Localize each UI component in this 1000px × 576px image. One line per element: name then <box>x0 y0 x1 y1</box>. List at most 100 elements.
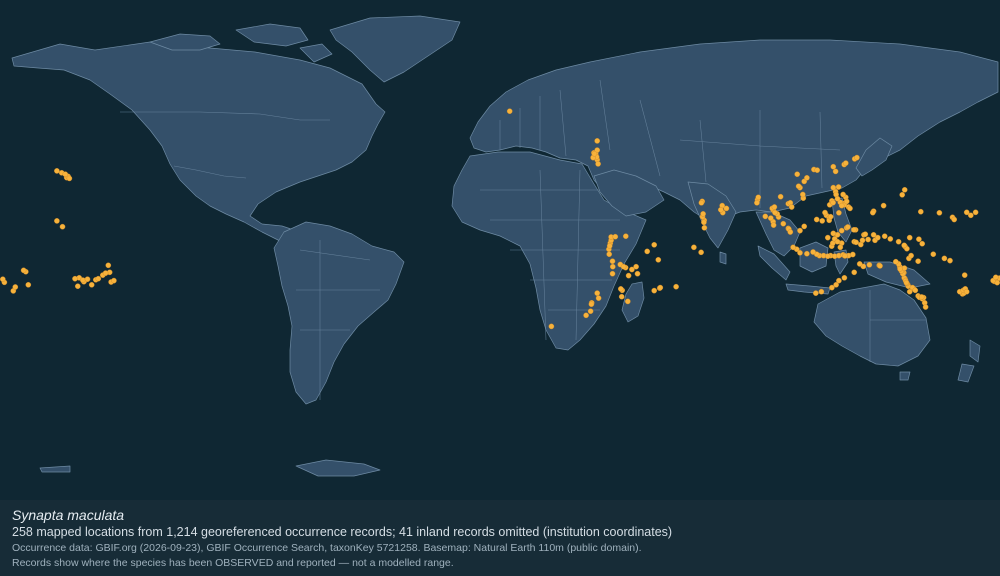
occurrence-point[interactable] <box>922 304 929 310</box>
occurrence-point[interactable] <box>834 238 841 245</box>
occurrence-point[interactable] <box>788 204 795 210</box>
occurrence-point[interactable] <box>865 236 871 243</box>
occurrence-point[interactable] <box>84 276 91 283</box>
occurrence-point[interactable] <box>875 234 881 241</box>
occurrence-point[interactable] <box>881 233 888 239</box>
occurrence-point[interactable] <box>862 231 869 237</box>
occurrence-point[interactable] <box>918 208 924 215</box>
occurrence-point[interactable] <box>912 287 919 294</box>
occurrence-point[interactable] <box>800 191 806 198</box>
occurrence-point[interactable] <box>698 199 705 206</box>
occurrence-point[interactable] <box>618 286 624 292</box>
occurrence-point[interactable] <box>780 220 787 227</box>
occurrence-point[interactable] <box>644 248 651 255</box>
occurrence-point[interactable] <box>951 216 958 223</box>
world-map[interactable] <box>0 0 1000 500</box>
occurrence-point[interactable] <box>930 251 937 257</box>
occurrence-point[interactable] <box>620 263 627 270</box>
occurrence-point[interactable] <box>609 270 616 277</box>
occurrence-point[interactable] <box>814 167 821 173</box>
occurrence-point[interactable] <box>634 270 641 277</box>
occurrence-point[interactable] <box>790 244 796 251</box>
occurrence-point[interactable] <box>762 213 769 220</box>
occurrence-point[interactable] <box>947 257 953 264</box>
occurrence-point[interactable] <box>968 212 974 219</box>
occurrence-point[interactable] <box>901 186 908 193</box>
occurrence-point[interactable] <box>633 263 639 270</box>
occurrence-point[interactable] <box>880 202 887 209</box>
occurrence-point[interactable] <box>673 283 679 290</box>
occurrence-point[interactable] <box>830 163 837 170</box>
occurrence-point[interactable] <box>95 275 102 282</box>
occurrence-point[interactable] <box>887 236 894 242</box>
occurrence-point[interactable] <box>587 308 594 315</box>
occurrence-point[interactable] <box>972 209 979 216</box>
occurrence-point[interactable] <box>610 263 616 270</box>
occurrence-point[interactable] <box>595 295 602 301</box>
occurrence-point[interactable] <box>588 301 595 308</box>
occurrence-point[interactable] <box>859 237 866 244</box>
occurrence-point[interactable] <box>963 288 970 295</box>
occurrence-point[interactable] <box>906 288 913 295</box>
occurrence-point[interactable] <box>718 206 724 213</box>
occurrence-point[interactable] <box>594 138 601 144</box>
occurrence-point[interactable] <box>897 266 903 272</box>
occurrence-point[interactable] <box>25 281 32 288</box>
occurrence-point[interactable] <box>918 294 925 300</box>
occurrence-point[interactable] <box>795 183 802 189</box>
occurrence-point[interactable] <box>899 191 906 198</box>
occurrence-point[interactable] <box>105 262 112 269</box>
occurrence-point[interactable] <box>825 253 831 260</box>
occurrence-point[interactable] <box>701 219 707 226</box>
occurrence-point[interactable] <box>606 251 613 257</box>
occurrence-point[interactable] <box>919 240 926 247</box>
occurrence-point[interactable] <box>915 258 921 265</box>
occurrence-point[interactable] <box>787 229 794 235</box>
occurrence-point[interactable] <box>830 230 837 237</box>
occurrence-point[interactable] <box>851 226 857 233</box>
occurrence-point[interactable] <box>801 223 808 230</box>
occurrence-point[interactable] <box>651 287 658 294</box>
occurrence-point[interactable] <box>850 251 856 258</box>
occurrence-point[interactable] <box>583 312 589 319</box>
occurrence-point[interactable] <box>609 258 616 265</box>
occurrence-point[interactable] <box>961 272 968 278</box>
occurrence-point[interactable] <box>612 233 619 240</box>
occurrence-point[interactable] <box>870 209 876 216</box>
occurrence-point[interactable] <box>847 205 853 212</box>
occurrence-point[interactable] <box>75 283 81 290</box>
occurrence-point[interactable] <box>866 261 873 268</box>
occurrence-point[interactable] <box>843 198 850 205</box>
occurrence-point[interactable] <box>845 224 851 230</box>
occurrence-point[interactable] <box>841 274 848 281</box>
occurrence-point[interactable] <box>893 258 899 265</box>
occurrence-point[interactable] <box>797 249 803 256</box>
occurrence-point[interactable] <box>906 234 913 241</box>
occurrence-point[interactable] <box>0 276 6 283</box>
occurrence-point[interactable] <box>825 234 831 241</box>
occurrence-point[interactable] <box>691 244 697 251</box>
occurrence-point[interactable] <box>655 256 662 263</box>
occurrence-point[interactable] <box>772 209 778 216</box>
occurrence-point[interactable] <box>827 213 834 220</box>
occurrence-point[interactable] <box>916 236 922 242</box>
occurrence-point[interactable] <box>754 199 760 206</box>
occurrence-point[interactable] <box>856 261 863 267</box>
occurrence-point[interactable] <box>54 218 60 224</box>
occurrence-point[interactable] <box>618 293 625 300</box>
occurrence-point[interactable] <box>819 218 826 224</box>
occurrence-point[interactable] <box>903 279 910 286</box>
occurrence-point[interactable] <box>895 238 902 245</box>
occurrence-point[interactable] <box>818 288 825 295</box>
occurrence-point[interactable] <box>936 209 943 216</box>
occurrence-point[interactable] <box>625 272 632 279</box>
occurrence-point[interactable] <box>842 253 848 259</box>
occurrence-point[interactable] <box>851 269 858 276</box>
occurrence-point[interactable] <box>777 193 784 200</box>
occurrence-point[interactable] <box>62 171 69 177</box>
occurrence-point[interactable] <box>548 323 555 330</box>
occurrence-point[interactable] <box>813 216 820 223</box>
occurrence-point[interactable] <box>813 290 819 296</box>
occurrence-point[interactable] <box>877 263 883 269</box>
occurrence-point[interactable] <box>941 255 948 262</box>
